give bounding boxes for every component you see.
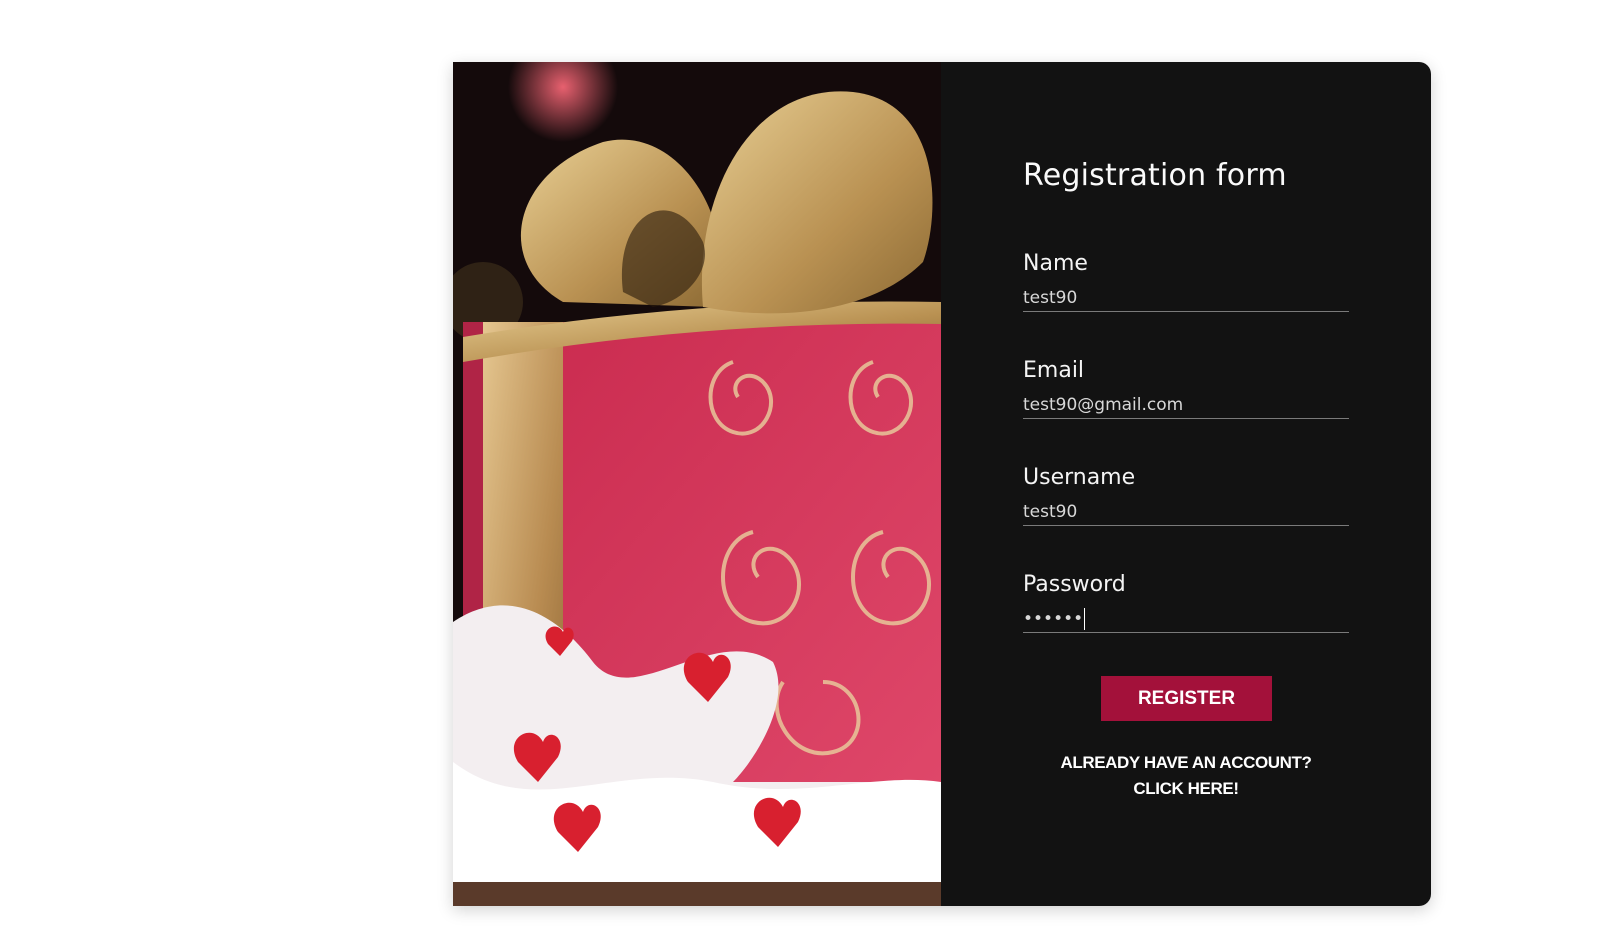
username-input[interactable]: test90 <box>1023 498 1349 526</box>
login-link-line2: CLICK HERE! <box>1133 779 1239 798</box>
username-label: Username <box>1023 465 1136 490</box>
email-label: Email <box>1023 358 1085 383</box>
name-label: Name <box>1023 251 1088 276</box>
password-input[interactable]: •••••• <box>1023 605 1349 633</box>
name-value: test90 <box>1023 287 1078 308</box>
password-value: •••••• <box>1023 608 1084 629</box>
registration-card: Registration form Name test90 Email test… <box>453 62 1431 906</box>
gift-box-photo <box>453 62 941 906</box>
form-panel: Registration form Name test90 Email test… <box>941 62 1431 906</box>
email-value: test90@gmail.com <box>1023 394 1184 415</box>
username-field-group: Username test90 <box>1023 465 1349 526</box>
gift-illustration <box>453 62 941 906</box>
email-input[interactable]: test90@gmail.com <box>1023 391 1349 419</box>
login-link-line1: ALREADY HAVE AN ACCOUNT? <box>1060 753 1312 772</box>
login-link[interactable]: ALREADY HAVE AN ACCOUNT? CLICK HERE! <box>1001 750 1371 802</box>
text-caret <box>1084 607 1086 630</box>
password-field-group: Password •••••• <box>1023 572 1349 633</box>
form-title: Registration form <box>1023 158 1287 193</box>
username-value: test90 <box>1023 501 1078 522</box>
register-button[interactable]: REGISTER <box>1101 676 1272 721</box>
email-field-group: Email test90@gmail.com <box>1023 358 1349 419</box>
name-input[interactable]: test90 <box>1023 284 1349 312</box>
password-label: Password <box>1023 572 1126 597</box>
name-field-group: Name test90 <box>1023 251 1349 312</box>
